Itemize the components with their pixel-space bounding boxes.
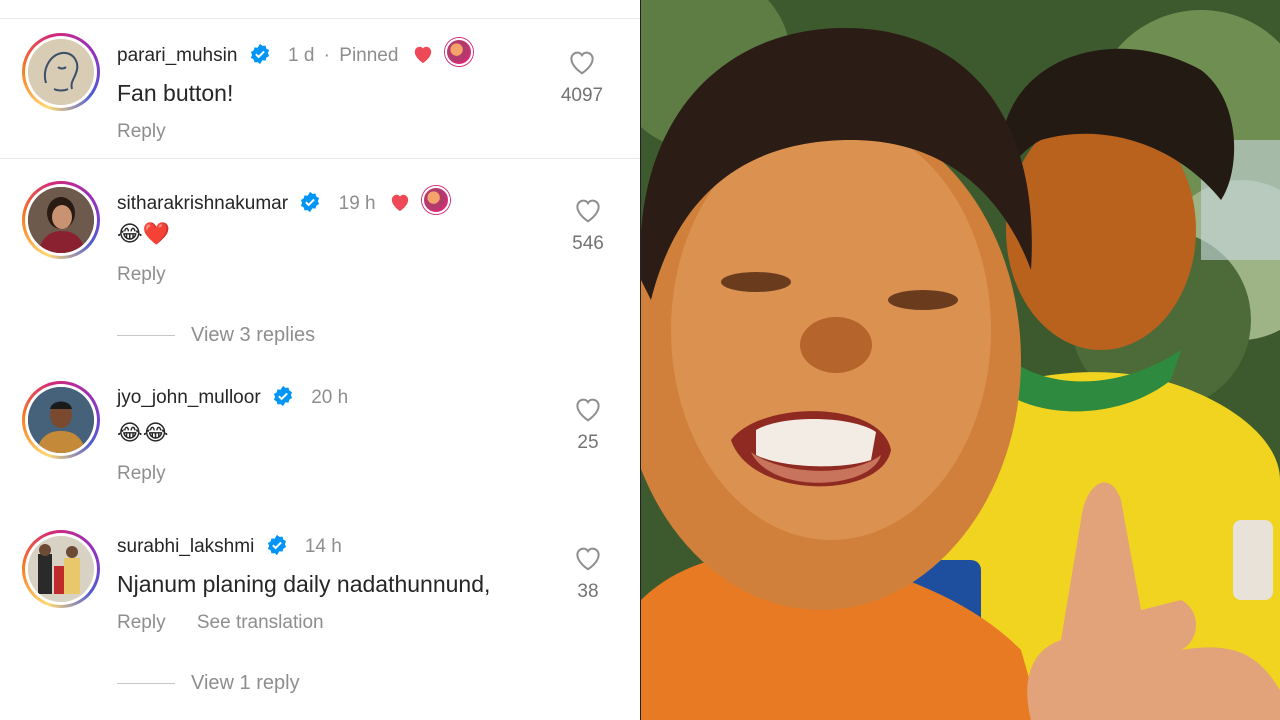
comment-actions: Reply <box>117 264 192 286</box>
view-replies-label: View 1 reply <box>191 672 300 694</box>
pinned-label: Pinned <box>339 45 399 66</box>
see-translation-button[interactable]: See translation <box>197 612 324 633</box>
view-replies-label: View 3 replies <box>191 324 316 346</box>
timestamp: 1 d <box>287 45 315 66</box>
portrait-photo-icon <box>28 536 94 602</box>
heart-outline-icon[interactable] <box>573 544 603 572</box>
comments-panel: parari_muhsin 1 d · Pinned Fan button! R… <box>0 0 640 720</box>
heart-outline-icon[interactable] <box>567 48 597 76</box>
like-count: 25 <box>577 432 599 453</box>
comment-meta: surabhi_lakshmi 14 h <box>117 534 342 558</box>
comment-actions: Reply <box>117 121 192 143</box>
username[interactable]: parari_muhsin <box>117 45 237 66</box>
reply-button[interactable]: Reply <box>117 121 166 142</box>
comment-meta: parari_muhsin 1 d · Pinned <box>117 38 474 67</box>
username[interactable]: sitharakrishnakumar <box>117 193 288 214</box>
heart-filled-icon <box>391 194 409 212</box>
comment-text: 😂❤️ <box>117 222 171 247</box>
video-scene-image <box>641 0 1280 720</box>
verified-badge-icon <box>301 191 320 213</box>
like-control: 4097 <box>552 48 612 107</box>
verified-badge-icon <box>250 43 269 65</box>
view-replies-button[interactable]: View 1 reply <box>117 672 300 695</box>
heart-filled-icon <box>414 46 431 64</box>
top-divider <box>0 18 640 19</box>
view-replies-button[interactable]: View 3 replies <box>117 324 315 347</box>
replies-line <box>117 683 175 685</box>
like-control: 546 <box>558 196 618 255</box>
sketch-face-icon <box>28 39 94 105</box>
replies-line <box>117 335 175 337</box>
heart-outline-icon[interactable] <box>573 196 603 224</box>
reply-button[interactable]: Reply <box>117 463 166 484</box>
timestamp: 19 h <box>338 193 376 214</box>
avatar[interactable] <box>22 33 100 111</box>
reply-button[interactable]: Reply <box>117 264 166 285</box>
comment-text: Fan button! <box>117 80 234 106</box>
reply-button[interactable]: Reply <box>117 612 166 633</box>
creator-avatar-icon <box>445 38 474 66</box>
like-count: 546 <box>572 233 604 254</box>
avatar[interactable] <box>22 381 100 459</box>
verified-badge-icon <box>267 534 286 556</box>
like-count: 38 <box>577 581 599 602</box>
comment-text: Njanum planing daily nadathunnund, <box>117 571 491 597</box>
comment-actions: Reply <box>117 463 192 485</box>
like-control: 25 <box>558 395 618 454</box>
timestamp: 14 h <box>304 536 342 557</box>
comment-meta: jyo_john_mulloor 20 h <box>117 385 348 409</box>
avatar[interactable] <box>22 181 100 259</box>
pinned-divider <box>0 158 640 159</box>
creator-avatar-icon <box>422 186 451 214</box>
username[interactable]: surabhi_lakshmi <box>117 536 254 557</box>
avatar[interactable] <box>22 530 100 608</box>
portrait-photo-icon <box>28 187 94 253</box>
video-frame[interactable] <box>641 0 1280 720</box>
username[interactable]: jyo_john_mulloor <box>117 387 261 408</box>
verified-badge-icon <box>273 385 293 407</box>
portrait-photo-icon <box>28 387 94 453</box>
comment-text: 😂😂 <box>117 421 169 446</box>
heart-outline-icon[interactable] <box>573 395 603 423</box>
like-count: 4097 <box>560 85 604 106</box>
like-control: 38 <box>558 544 618 603</box>
comment-actions: Reply See translation <box>117 612 350 634</box>
timestamp: 20 h <box>311 387 349 408</box>
dot-separator: · <box>323 45 330 66</box>
comment-meta: sitharakrishnakumar 19 h <box>117 186 451 215</box>
